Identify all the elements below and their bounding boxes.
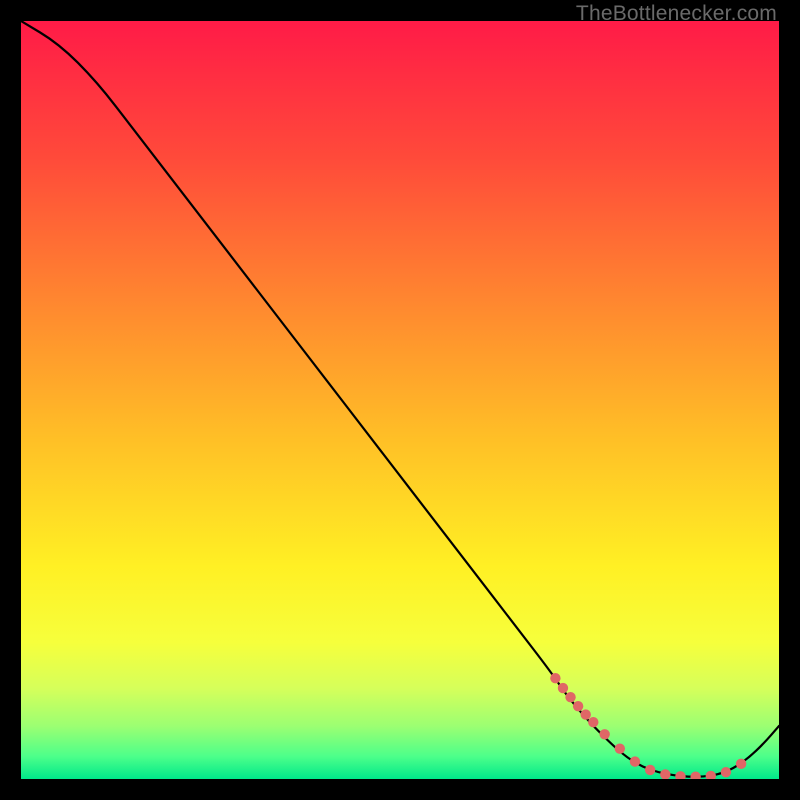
chart-plot-area: [21, 21, 779, 779]
marker-dot: [558, 683, 568, 693]
gradient-background: [21, 21, 779, 779]
marker-dot: [645, 765, 655, 775]
marker-dot: [630, 756, 640, 766]
marker-dot: [721, 767, 731, 777]
watermark-text: TheBottlenecker.com: [576, 2, 777, 26]
marker-dot: [615, 743, 625, 753]
marker-dot: [588, 717, 598, 727]
marker-dot: [565, 692, 575, 702]
marker-dot: [599, 729, 609, 739]
marker-dot: [550, 673, 560, 683]
chart-svg: [21, 21, 779, 779]
marker-dot: [736, 759, 746, 769]
marker-dot: [573, 701, 583, 711]
marker-dot: [581, 709, 591, 719]
